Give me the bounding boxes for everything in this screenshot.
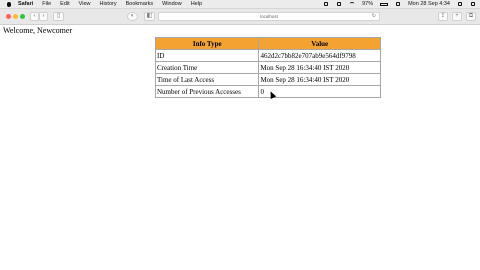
menu-file[interactable]: File <box>42 1 51 7</box>
tab-icon[interactable]: ◧ <box>144 12 155 21</box>
keyboard-icon[interactable] <box>395 2 401 7</box>
address-bar[interactable]: localhost ↻ <box>158 12 380 21</box>
new-tab-icon[interactable]: + <box>452 12 462 21</box>
back-button[interactable]: ‹ <box>30 12 39 21</box>
table-header-row: Info Type Value <box>154 37 381 50</box>
siri-icon[interactable] <box>470 2 476 7</box>
browser-toolbar: ‹ › ▯ ◐ ◧ localhost ↻ ⇪ + ⧉ <box>0 9 480 25</box>
menu-bookmarks[interactable]: Bookmarks <box>126 1 154 7</box>
zoom-window-icon[interactable] <box>20 14 25 19</box>
battery-icon[interactable] <box>380 2 389 6</box>
menu-history[interactable]: History <box>99 1 116 7</box>
show-tabs-icon[interactable]: ⧉ <box>466 12 476 21</box>
screen-mirror-icon[interactable] <box>323 2 329 7</box>
battery-percent[interactable]: 97% <box>362 1 373 7</box>
menu-view[interactable]: View <box>79 1 91 7</box>
welcome-message: Welcome, Newcomer <box>3 26 73 35</box>
address-text: localhost <box>260 14 278 19</box>
status-area: 97% Mon 28 Sep 4:34 <box>323 0 476 8</box>
sidebar-icon[interactable]: ▯ <box>53 12 64 21</box>
privacy-report-icon[interactable]: ◐ <box>127 12 138 21</box>
forward-button[interactable]: › <box>39 12 48 21</box>
menu-app-safari[interactable]: Safari <box>18 1 33 7</box>
table-row: ID 462d2c7bb82e707ab9e564df9798 <box>154 49 381 62</box>
row-label: Creation Time <box>154 61 260 74</box>
wifi-icon[interactable] <box>349 1 356 7</box>
menu-help[interactable]: Help <box>191 1 202 7</box>
row-label: Time of Last Access <box>154 73 260 86</box>
row-label: ID <box>154 49 260 62</box>
menu-bar: Safari File Edit View History Bookmarks … <box>0 0 480 9</box>
table-row: Time of Last Access Mon Sep 28 16:34:40 … <box>154 73 381 86</box>
header-info-type: Info Type <box>154 37 260 50</box>
table-row: Creation Time Mon Sep 28 16:34:40 IST 20… <box>154 61 381 74</box>
bluetooth-icon[interactable] <box>336 2 342 7</box>
row-value: 462d2c7bb82e707ab9e564df9798 <box>258 49 381 62</box>
menu-edit[interactable]: Edit <box>60 1 69 7</box>
session-info-table: Info Type Value ID 462d2c7bb82e707ab9e56… <box>154 37 381 98</box>
row-value: 0 <box>258 85 381 98</box>
menu-window[interactable]: Window <box>162 1 182 7</box>
row-value: Mon Sep 28 16:34:40 IST 2020 <box>258 73 381 86</box>
apple-icon[interactable] <box>6 1 12 7</box>
minimize-window-icon[interactable] <box>13 14 18 19</box>
share-icon[interactable]: ⇪ <box>438 12 448 21</box>
row-label: Number of Previous Accesses <box>154 85 260 98</box>
row-value: Mon Sep 28 16:34:40 IST 2020 <box>258 61 381 74</box>
close-window-icon[interactable] <box>6 14 11 19</box>
header-value: Value <box>258 37 381 50</box>
reload-icon[interactable]: ↻ <box>372 13 376 20</box>
page-content: Welcome, Newcomer Info Type Value ID 462… <box>0 25 480 270</box>
menu-clock[interactable]: Mon 28 Sep 4:34 <box>408 1 450 7</box>
spotlight-icon[interactable] <box>457 2 463 7</box>
